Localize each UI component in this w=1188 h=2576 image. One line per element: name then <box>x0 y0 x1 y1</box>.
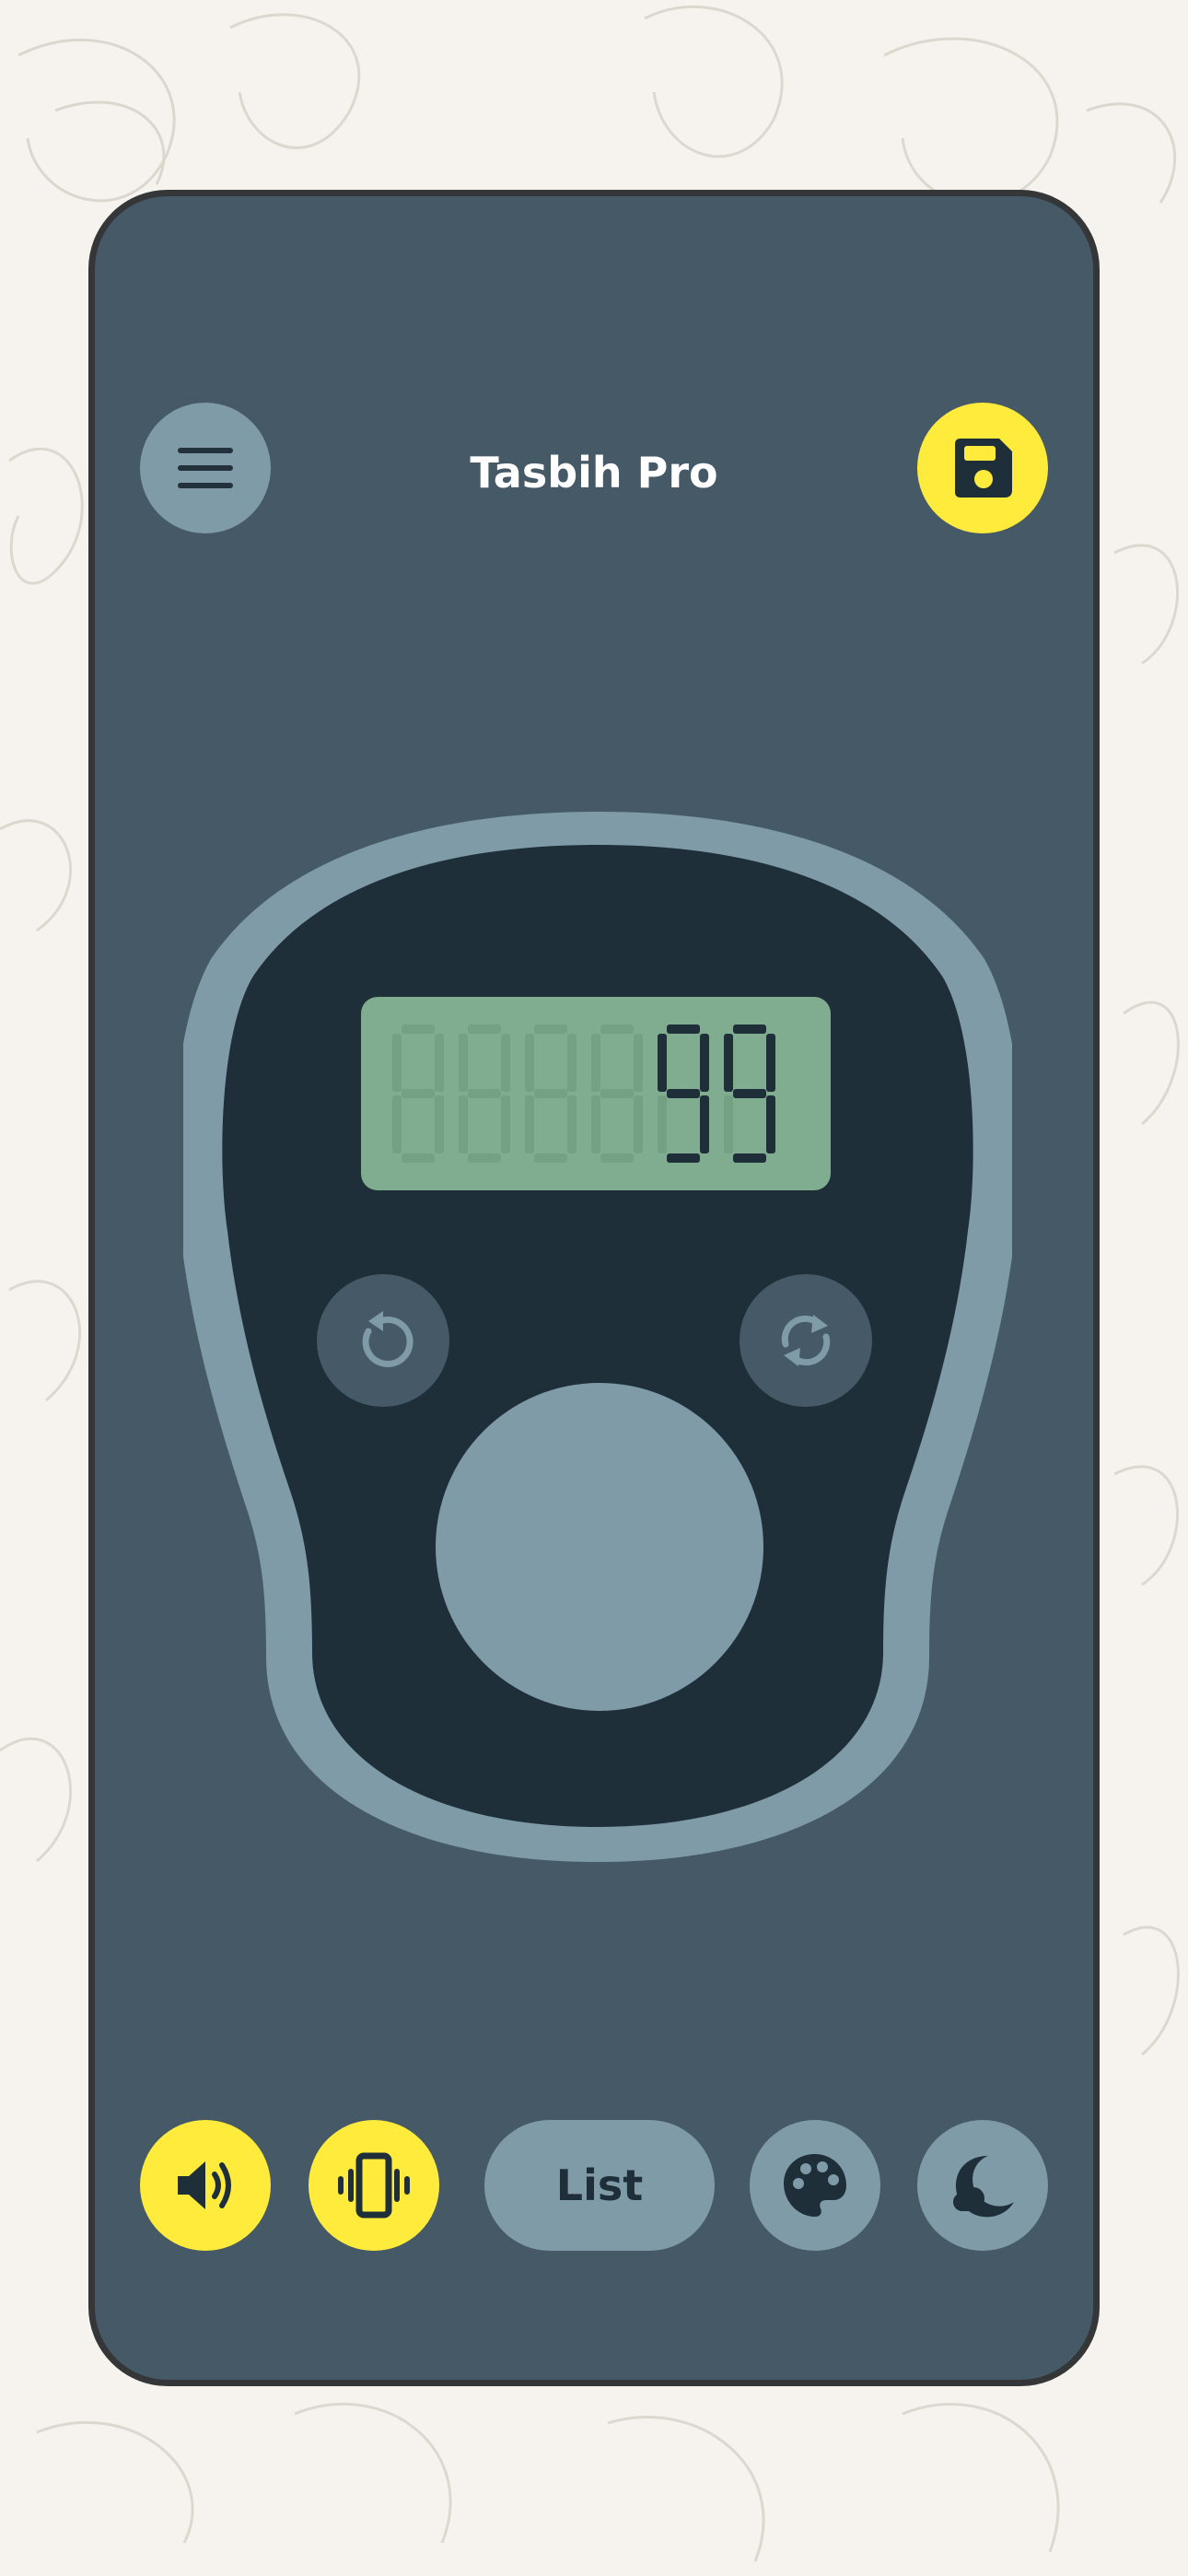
phone-vibration-icon <box>338 2152 410 2219</box>
app-screen: Tasbih Pro List <box>88 190 1100 2386</box>
lcd-segment-off <box>501 1095 510 1153</box>
lcd-segment-off <box>534 1089 567 1098</box>
lcd-segment-on <box>667 1025 700 1034</box>
refresh-arrows-icon <box>781 1315 831 1366</box>
lcd-segment-off <box>392 1034 402 1092</box>
lcd-segment-off <box>658 1095 667 1153</box>
speaker-volume-icon <box>178 2161 231 2209</box>
seven-segment-digits <box>392 1025 775 1163</box>
reset-button[interactable] <box>740 1274 872 1407</box>
palette-icon <box>784 2154 846 2217</box>
lcd-segment-off <box>501 1034 510 1092</box>
theme-button[interactable] <box>750 2120 880 2251</box>
count-button[interactable] <box>436 1383 763 1711</box>
lcd-segment-off <box>402 1089 435 1098</box>
lcd-segment-off <box>435 1034 444 1092</box>
lcd-segment-off <box>402 1153 435 1163</box>
moon-cloud-icon <box>953 2156 1014 2218</box>
lcd-segment-off <box>468 1153 501 1163</box>
undo-arrow-icon <box>362 1311 413 1367</box>
lcd-segment-off <box>392 1095 402 1153</box>
lcd-segment-on <box>700 1034 709 1092</box>
lcd-segment-off <box>634 1095 643 1153</box>
vibration-toggle-button[interactable] <box>309 2120 439 2251</box>
sound-toggle-button[interactable] <box>140 2120 271 2251</box>
lcd-segment-on <box>700 1095 709 1153</box>
lcd-segment-off <box>459 1034 468 1092</box>
lcd-segment-on <box>766 1095 775 1153</box>
lcd-segment-off <box>591 1034 600 1092</box>
lcd-segment-off <box>525 1095 534 1153</box>
lcd-segment-on <box>667 1089 700 1098</box>
lcd-segment-off <box>402 1025 435 1034</box>
lcd-segment-off <box>534 1153 567 1163</box>
lcd-segment-off <box>600 1025 634 1034</box>
list-button[interactable]: List <box>484 2120 715 2251</box>
lcd-segment-off <box>634 1034 643 1092</box>
lcd-segment-on <box>733 1153 766 1163</box>
lcd-segment-off <box>468 1025 501 1034</box>
lcd-segment-on <box>667 1153 700 1163</box>
lcd-segment-on <box>766 1034 775 1092</box>
lcd-segment-off <box>591 1095 600 1153</box>
lcd-segment-on <box>658 1034 667 1092</box>
undo-button[interactable] <box>317 1274 449 1407</box>
floppy-disk-icon <box>955 439 1012 498</box>
lcd-segment-off <box>534 1025 567 1034</box>
lcd-segment-off <box>459 1095 468 1153</box>
lcd-segment-off <box>600 1089 634 1098</box>
tally-counter-body <box>183 812 1012 1862</box>
lcd-segment-off <box>567 1095 577 1153</box>
lcd-segment-on <box>733 1089 766 1098</box>
counter-display <box>361 997 831 1190</box>
lcd-segment-off <box>600 1153 634 1163</box>
save-button[interactable] <box>917 403 1048 533</box>
night-mode-button[interactable] <box>917 2120 1048 2251</box>
lcd-segment-off <box>525 1034 534 1092</box>
lcd-segment-on <box>733 1025 766 1034</box>
lcd-segment-on <box>724 1034 733 1092</box>
lcd-segment-off <box>435 1095 444 1153</box>
lcd-segment-off <box>724 1095 733 1153</box>
lcd-segment-off <box>567 1034 577 1092</box>
lcd-segment-off <box>468 1089 501 1098</box>
